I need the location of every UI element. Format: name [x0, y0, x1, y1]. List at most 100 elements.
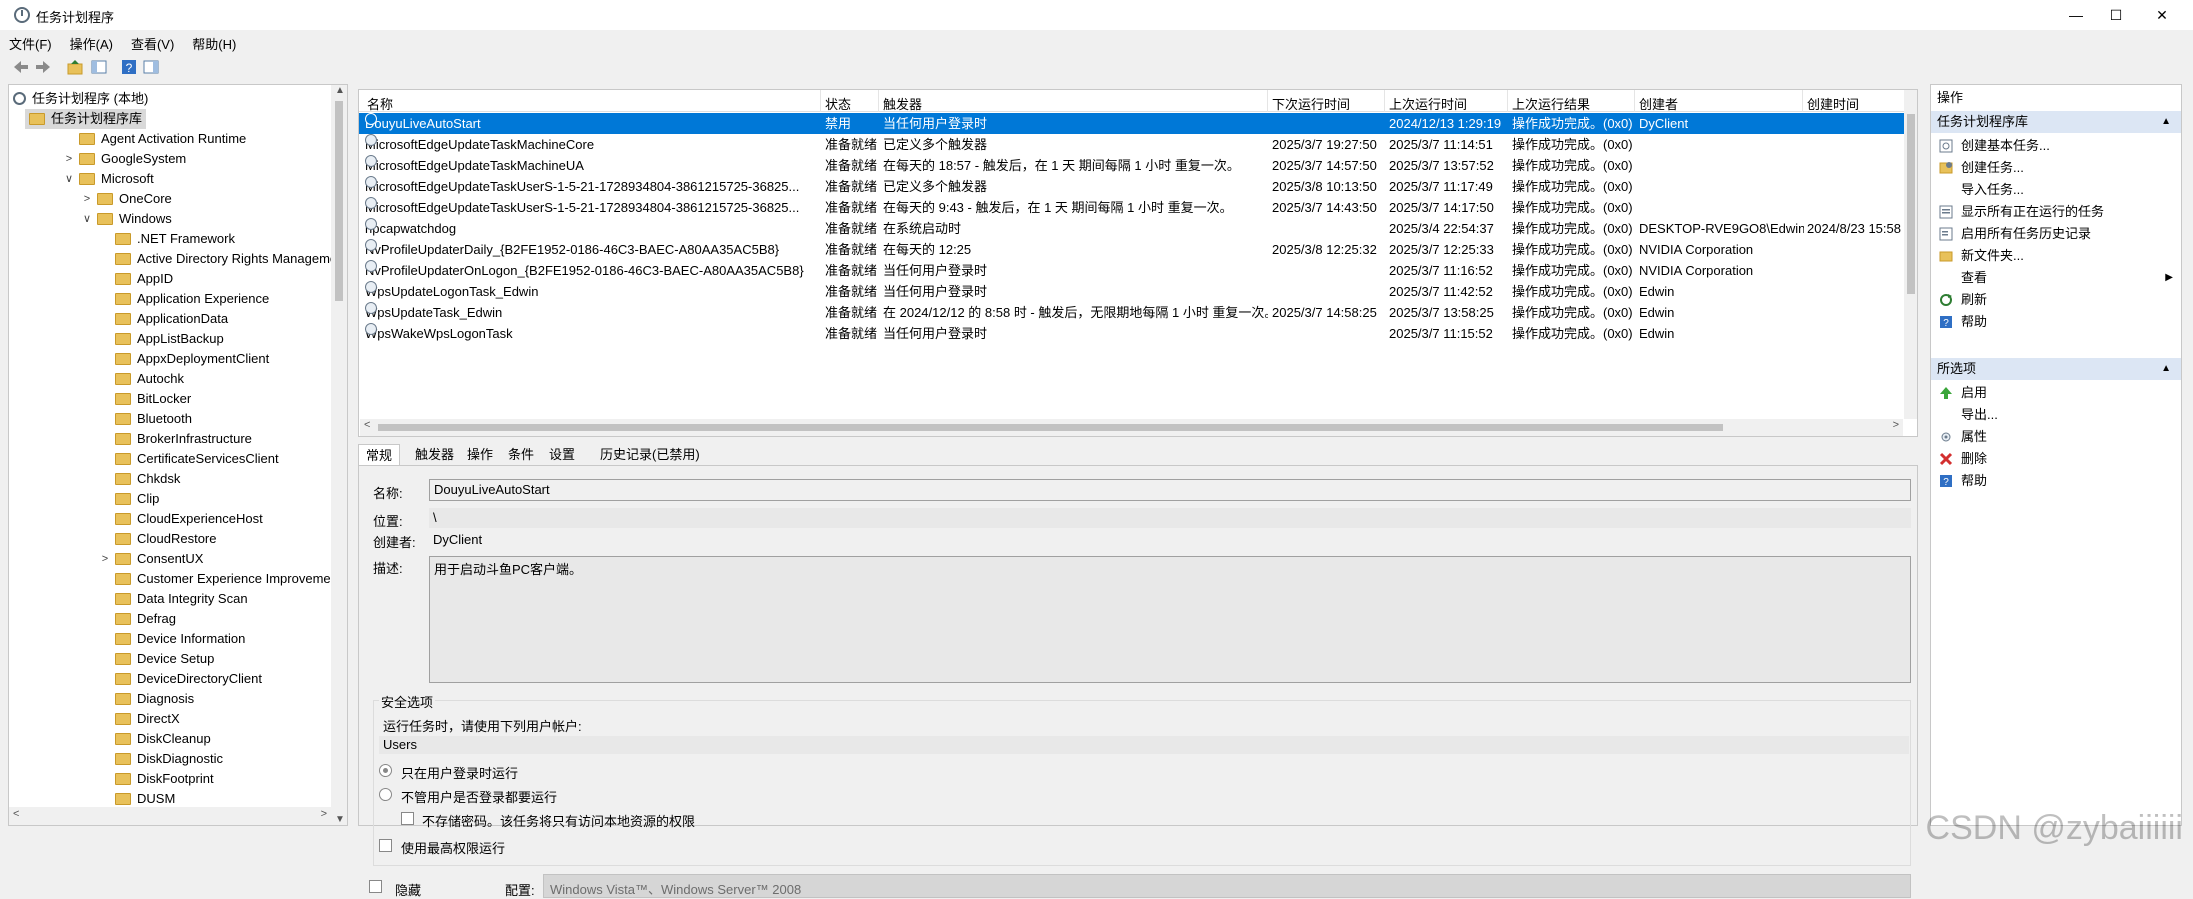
- tree-item[interactable]: BitLocker: [9, 389, 331, 409]
- column-header[interactable]: 创建者: [1639, 94, 1678, 113]
- run-only-logged-on-radio[interactable]: [379, 764, 392, 777]
- task-list-vertical-scrollbar[interactable]: [1904, 90, 1917, 419]
- tree-item[interactable]: Autochk: [9, 369, 331, 389]
- tree-item[interactable]: Active Directory Rights Management S: [9, 249, 347, 269]
- column-header[interactable]: 下次运行时间: [1272, 94, 1350, 113]
- tree-item[interactable]: CloudExperienceHost: [9, 509, 331, 529]
- highest-privileges-checkbox[interactable]: [379, 839, 392, 852]
- action-item[interactable]: 新文件夹...: [1931, 245, 2181, 267]
- expand-icon[interactable]: >: [81, 189, 93, 209]
- tab-general[interactable]: 常规: [358, 444, 401, 466]
- tree-item[interactable]: DeviceDirectoryClient: [9, 669, 331, 689]
- tree-item[interactable]: AppListBackup: [9, 329, 331, 349]
- tab-history[interactable]: 历史记录(已禁用): [593, 444, 707, 466]
- maximize-button[interactable]: ☐: [2093, 0, 2139, 30]
- tree-item[interactable]: CertificateServicesClient: [9, 449, 331, 469]
- tree-item[interactable]: AppID: [9, 269, 331, 289]
- tree-item[interactable]: Device Setup: [9, 649, 331, 669]
- tree-item[interactable]: > ConsentUX: [9, 549, 331, 569]
- up-folder-icon[interactable]: [66, 58, 84, 76]
- expand-icon[interactable]: >: [99, 549, 111, 569]
- tree-vertical-scrollbar[interactable]: ▲ ▼: [331, 85, 347, 825]
- section-selected-item[interactable]: 所选项 ▲: [1931, 358, 2181, 380]
- tree-item[interactable]: DirectX: [9, 709, 331, 729]
- tree-item[interactable]: .NET Framework: [9, 229, 331, 249]
- tree-item[interactable]: Clip: [9, 489, 331, 509]
- tree-item[interactable]: Customer Experience Improvement Pr: [9, 569, 347, 589]
- action-item[interactable]: ? 帮助: [1931, 311, 2181, 333]
- column-header[interactable]: 上次运行结果: [1512, 94, 1590, 113]
- help-icon[interactable]: ?: [120, 58, 138, 76]
- task-row[interactable]: NvProfileUpdaterDaily_{B2FE1952-0186-46C…: [359, 239, 1904, 260]
- task-row[interactable]: WpsWakeWpsLogonTask 准备就绪 当任何用户登录时 2025/3/7 …: [359, 323, 1904, 344]
- menu-view[interactable]: 查看(V): [122, 32, 183, 55]
- tree-item[interactable]: > OneCore: [9, 189, 331, 209]
- close-button[interactable]: ✕: [2139, 0, 2185, 30]
- task-row[interactable]: WpsUpdateTask_Edwin 准备就绪在 2024/12/12 的 8:…: [359, 302, 1904, 323]
- expand-icon[interactable]: >: [63, 149, 75, 169]
- action-item[interactable]: 导入任务...: [1931, 179, 2181, 201]
- action-item[interactable]: ? 帮助: [1931, 470, 2181, 492]
- tree-item[interactable]: ApplicationData: [9, 309, 331, 329]
- task-row[interactable]: MicrosoftEdgeUpdateTaskUserS-1-5-21-1728…: [359, 176, 1904, 197]
- tree-item[interactable]: Agent Activation Runtime: [9, 129, 331, 149]
- column-header[interactable]: 名称: [367, 94, 393, 113]
- config-select[interactable]: Windows Vista™、Windows Server™ 2008: [543, 874, 1911, 898]
- tree-item[interactable]: CloudRestore: [9, 529, 331, 549]
- task-row[interactable]: MicrosoftEdgeUpdateTaskUserS-1-5-21-1728…: [359, 197, 1904, 218]
- action-item[interactable]: 刷新: [1931, 289, 2181, 311]
- section-task-library[interactable]: 任务计划程序库 ▲: [1931, 111, 2181, 133]
- tree-item[interactable]: BrokerInfrastructure: [9, 429, 331, 449]
- menu-action[interactable]: 操作(A): [61, 32, 122, 55]
- do-not-store-password-checkbox[interactable]: [401, 812, 414, 825]
- column-header[interactable]: 上次运行时间: [1389, 94, 1467, 113]
- action-item[interactable]: 创建任务...: [1931, 157, 2181, 179]
- run-whether-logged-on-radio[interactable]: [379, 788, 392, 801]
- tree-item[interactable]: Data Integrity Scan: [9, 589, 331, 609]
- tree-item[interactable]: 任务计划程序 (本地): [9, 89, 331, 109]
- tree-item[interactable]: ∨ Microsoft: [9, 169, 331, 189]
- action-item[interactable]: 显示所有正在运行的任务: [1931, 201, 2181, 223]
- tree-item[interactable]: Device Information: [9, 629, 331, 649]
- tab-triggers[interactable]: 触发器: [408, 444, 461, 466]
- menu-file[interactable]: 文件(F): [0, 32, 61, 55]
- tree-item[interactable]: DiskCleanup: [9, 729, 331, 749]
- tree-item[interactable]: Chkdsk: [9, 469, 331, 489]
- task-row[interactable]: WpsUpdateLogonTask_Edwin 准备就绪 当任何用户登录时 2025…: [359, 281, 1904, 302]
- task-row[interactable]: DouyuLiveAutoStart 禁用 当任何用户登录时 2024/12/13 1…: [359, 113, 1904, 134]
- action-item[interactable]: 启用所有任务历史记录: [1931, 223, 2181, 245]
- task-row[interactable]: MicrosoftEdgeUpdateTaskMachineCore 准备就绪 已定…: [359, 134, 1904, 155]
- column-header[interactable]: 触发器: [883, 94, 922, 113]
- action-item[interactable]: 创建基本任务...: [1931, 135, 2181, 157]
- action-item[interactable]: 启用: [1931, 382, 2181, 404]
- tree-item[interactable]: DUSM: [9, 789, 331, 809]
- column-header[interactable]: 状态: [825, 94, 851, 113]
- column-header[interactable]: 创建时间: [1807, 94, 1859, 113]
- task-list-horizontal-scrollbar[interactable]: < >: [360, 419, 1903, 436]
- tree-item[interactable]: AppxDeploymentClient: [9, 349, 331, 369]
- task-row[interactable]: NvProfileUpdaterOnLogon_{B2FE1952-0186-4…: [359, 260, 1904, 281]
- name-field[interactable]: DouyuLiveAutoStart: [429, 479, 1911, 501]
- tree-item[interactable]: ∨ Windows: [9, 209, 331, 229]
- collapse-icon[interactable]: ∨: [81, 209, 93, 229]
- tree-item[interactable]: Application Experience: [9, 289, 331, 309]
- description-field[interactable]: 用于启动斗鱼PC客户端。: [429, 556, 1911, 683]
- tree-item[interactable]: > GoogleSystem: [9, 149, 331, 169]
- hidden-checkbox[interactable]: [369, 880, 382, 893]
- tree-item[interactable]: Bluetooth: [9, 409, 331, 429]
- action-item[interactable]: 属性: [1931, 426, 2181, 448]
- tab-actions[interactable]: 操作: [460, 444, 500, 466]
- task-row[interactable]: npcapwatchdog 准备就绪 在系统启动时 2025/3/4 22:54:37…: [359, 218, 1904, 239]
- task-row[interactable]: MicrosoftEdgeUpdateTaskMachineUA 准备就绪 在每天的…: [359, 155, 1904, 176]
- action-item[interactable]: 查看 ▶: [1931, 267, 2181, 289]
- action-item[interactable]: 导出...: [1931, 404, 2181, 426]
- tree-horizontal-scrollbar[interactable]: < >: [9, 807, 331, 825]
- show-hide-tree-icon[interactable]: [90, 58, 108, 76]
- tree-item[interactable]: Defrag: [9, 609, 331, 629]
- menu-help[interactable]: 帮助(H): [183, 32, 245, 55]
- tab-settings[interactable]: 设置: [542, 444, 582, 466]
- forward-icon[interactable]: [34, 58, 52, 76]
- tree-item[interactable]: Diagnosis: [9, 689, 331, 709]
- show-hide-action-pane-icon[interactable]: [142, 58, 160, 76]
- back-icon[interactable]: [12, 58, 30, 76]
